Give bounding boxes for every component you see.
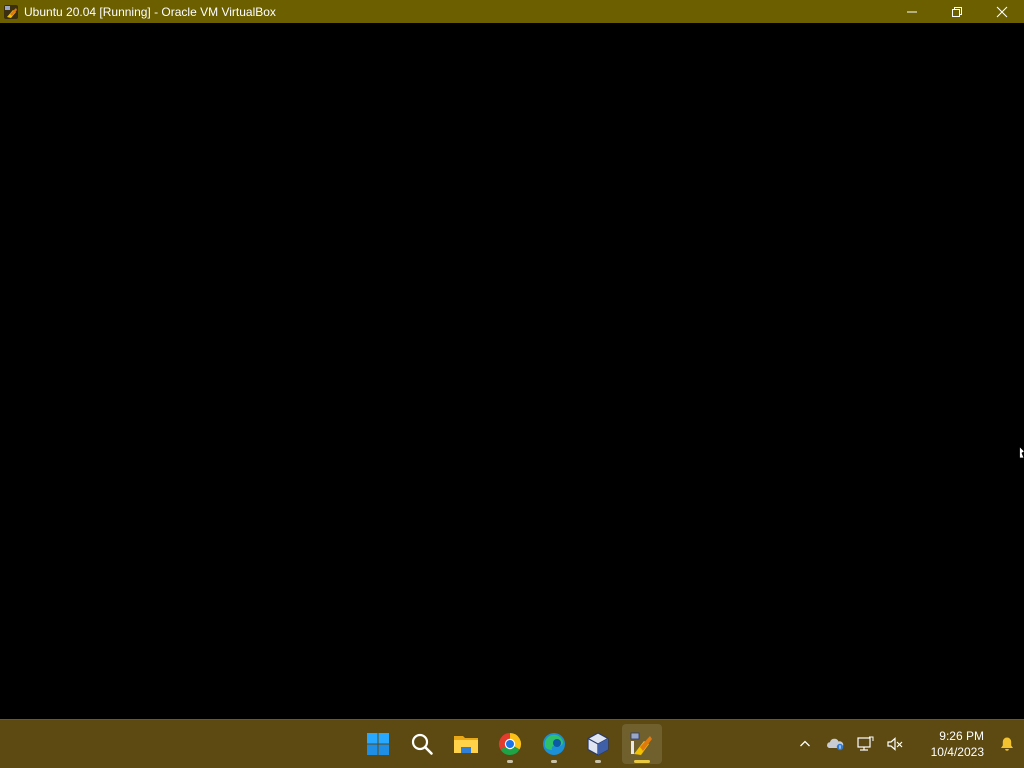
running-indicator <box>507 760 513 763</box>
volume-tray-button[interactable] <box>880 724 910 764</box>
taskbar-apps <box>358 724 662 764</box>
search-button[interactable] <box>402 724 442 764</box>
onedrive-icon <box>827 738 844 751</box>
restore-button[interactable] <box>934 0 979 23</box>
running-indicator <box>551 760 557 763</box>
clock-time: 9:26 PM <box>939 729 984 743</box>
edge-icon <box>543 733 565 755</box>
window-title: Ubuntu 20.04 [Running] - Oracle VM Virtu… <box>24 4 276 19</box>
start-button[interactable] <box>358 724 398 764</box>
clock-button[interactable]: 9:26 PM 10/4/2023 <box>912 728 992 760</box>
notifications-button[interactable] <box>992 724 1022 764</box>
virtualbox-vm-icon <box>630 732 652 755</box>
close-icon <box>996 6 1007 17</box>
taskbar: 9:26 PM 10/4/2023 <box>0 719 1024 768</box>
volume-muted-icon <box>887 737 903 751</box>
windows-start-icon <box>367 733 389 755</box>
window-titlebar[interactable]: Ubuntu 20.04 [Running] - Oracle VM Virtu… <box>0 0 1024 23</box>
virtualbox-icon <box>587 732 609 756</box>
network-tray-button[interactable] <box>850 724 880 764</box>
chrome-icon <box>498 733 522 756</box>
minimize-icon <box>906 11 917 12</box>
active-indicator <box>634 760 650 763</box>
chevron-up-icon <box>800 740 810 747</box>
system-tray: 9:26 PM 10/4/2023 <box>790 720 1024 768</box>
clock-date: 10/4/2023 <box>930 745 984 759</box>
window-controls <box>889 0 1024 23</box>
virtualbox-vm-icon <box>4 4 18 19</box>
file-explorer-button[interactable] <box>446 724 486 764</box>
chrome-button[interactable] <box>490 724 530 764</box>
edge-button[interactable] <box>534 724 574 764</box>
restore-icon <box>951 6 962 17</box>
ubuntu-vm-button[interactable] <box>622 724 662 764</box>
minimize-button[interactable] <box>889 0 934 23</box>
folder-icon <box>454 736 478 753</box>
onedrive-tray-button[interactable] <box>820 724 850 764</box>
close-button[interactable] <box>979 0 1024 23</box>
search-icon <box>411 733 433 755</box>
vm-display[interactable] <box>0 23 1024 719</box>
show-hidden-icons-button[interactable] <box>790 724 820 764</box>
bell-icon <box>1001 737 1013 751</box>
mouse-pointer-icon <box>1019 446 1024 459</box>
running-indicator <box>595 760 601 763</box>
virtualbox-manager-button[interactable] <box>578 724 618 764</box>
network-icon <box>857 736 874 751</box>
